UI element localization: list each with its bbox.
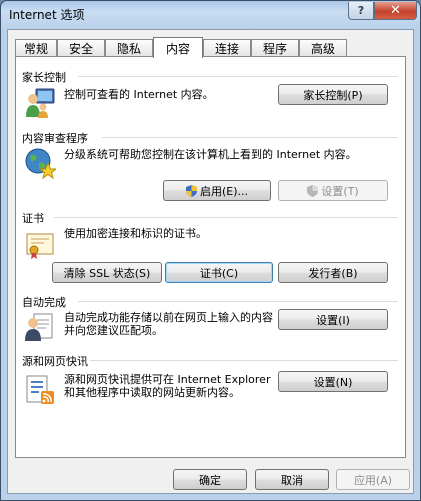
content-advisor-description: 分级系统可帮助您控制在该计算机上看到的 Internet 内容。	[64, 148, 357, 161]
tab-programs[interactable]: 程序	[251, 39, 299, 57]
help-button[interactable]: ?	[348, 2, 374, 20]
ok-button[interactable]: 确定	[173, 469, 247, 490]
tab-advanced[interactable]: 高级	[299, 39, 347, 57]
parental-controls-icon	[26, 88, 55, 118]
tab-connections[interactable]: 连接	[203, 39, 251, 57]
uac-shield-icon	[307, 184, 319, 197]
cancel-button[interactable]: 取消	[255, 469, 329, 490]
window-title: Internet 选项	[9, 8, 85, 22]
section-divider	[78, 301, 398, 302]
content-advisor-globe-icon	[25, 148, 56, 179]
parental-controls-heading: 家长控制	[22, 71, 66, 84]
help-icon: ?	[357, 4, 365, 17]
clear-ssl-state-button[interactable]: 清除 SSL 状态(S)	[52, 262, 162, 283]
autocomplete-icon	[25, 313, 53, 341]
feeds-heading: 源和网页快讯	[22, 355, 88, 368]
feeds-icon	[26, 375, 54, 404]
certificates-button[interactable]: 证书(C)	[165, 262, 273, 283]
section-divider	[54, 217, 398, 218]
feeds-settings-button[interactable]: 设置(N)	[278, 371, 388, 392]
tab-strip: 常规 安全 隐私 内容 连接 程序 高级	[15, 37, 405, 58]
autocomplete-description: 自动完成功能存储以前在网页上输入的内容并向您建议匹配项。	[64, 311, 273, 337]
section-divider	[78, 76, 398, 77]
content-advisor-settings-button[interactable]: 设置(T)	[278, 180, 388, 201]
tab-content[interactable]: 内容	[153, 37, 203, 58]
autocomplete-settings-button[interactable]: 设置(I)	[278, 309, 388, 330]
enable-button-label: 启用(E)...	[199, 184, 249, 198]
parental-controls-button[interactable]: 家长控制(P)	[278, 84, 388, 105]
section-divider	[90, 360, 398, 361]
feeds-description: 源和网页快讯提供可在 Internet Explorer 和其他程序中读取的网站…	[64, 373, 271, 399]
tab-privacy[interactable]: 隐私	[105, 39, 153, 57]
uac-shield-icon	[185, 184, 197, 197]
apply-button[interactable]: 应用(A)	[336, 469, 410, 490]
dialog-window: Internet 选项 ? ✕ 常规 安全 隐私 内容 连接 程序 高级 家长控…	[0, 0, 421, 501]
title-bar[interactable]: Internet 选项 ? ✕	[1, 1, 420, 29]
close-button[interactable]: ✕	[374, 2, 417, 20]
tab-general[interactable]: 常规	[15, 39, 57, 57]
content-tab-panel: 家长控制 控制可查看的 Internet 内容。 家长控制(P) 内容审查程序	[15, 56, 406, 458]
certificates-heading: 证书	[22, 212, 44, 225]
close-icon: ✕	[390, 3, 401, 18]
content-advisor-heading: 内容审查程序	[22, 132, 88, 145]
certificate-icon	[26, 233, 54, 259]
publishers-button[interactable]: 发行者(B)	[278, 262, 388, 283]
content-advisor-enable-button[interactable]: 启用(E)...	[163, 180, 271, 201]
dialog-body: 常规 安全 隐私 内容 连接 程序 高级 家长控制 控制可查看的 Interne…	[7, 29, 414, 494]
tab-security[interactable]: 安全	[57, 39, 105, 57]
certificates-description: 使用加密连接和标识的证书。	[64, 227, 207, 240]
parental-controls-description: 控制可查看的 Internet 内容。	[64, 88, 214, 101]
section-divider	[102, 137, 398, 138]
settings-button-label: 设置(T)	[321, 184, 359, 198]
autocomplete-heading: 自动完成	[22, 296, 66, 309]
